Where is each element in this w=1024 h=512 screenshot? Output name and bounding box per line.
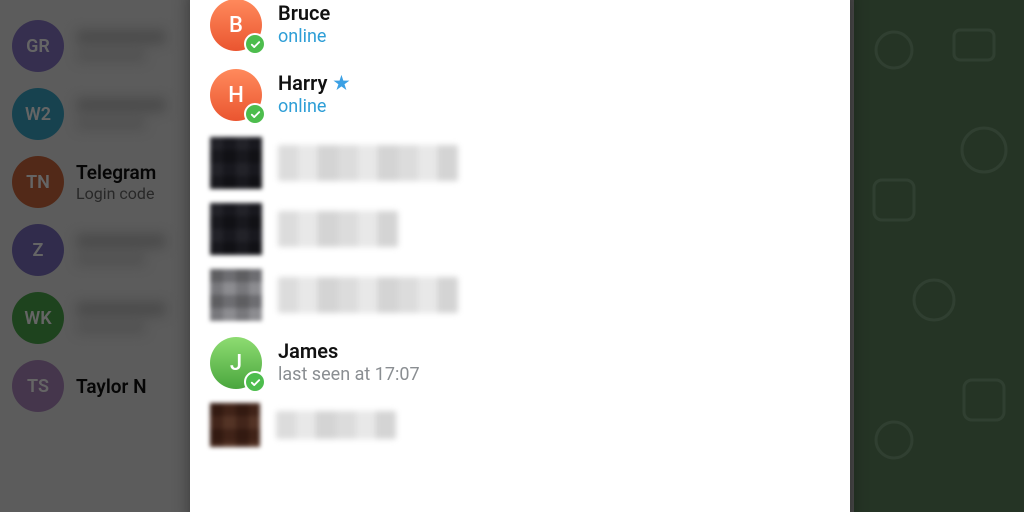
contact-row-james[interactable]: J James last seen at 17:07 xyxy=(190,328,850,398)
obscured-avatar xyxy=(210,403,260,447)
obscured-text xyxy=(278,211,398,247)
selected-check-icon xyxy=(244,103,266,125)
contact-status: online xyxy=(278,26,330,49)
selected-check-icon xyxy=(244,33,266,55)
contact-row-obscured[interactable] xyxy=(190,130,850,196)
avatar-initial: H xyxy=(228,83,244,108)
avatar: B xyxy=(210,0,262,51)
obscured-avatar xyxy=(210,269,262,321)
contact-row-bruce[interactable]: B Bruce online xyxy=(190,0,850,60)
contact-status: last seen at 17:07 xyxy=(278,364,420,387)
obscured-avatar xyxy=(210,137,262,189)
contact-name: Bruce xyxy=(278,1,330,26)
contact-row-obscured[interactable] xyxy=(190,398,850,452)
avatar: H xyxy=(210,69,262,121)
avatar-initial: B xyxy=(229,13,243,38)
contact-name: James xyxy=(278,339,338,364)
contact-name: Harry xyxy=(278,71,327,96)
contact-picker-modal: B Bruce online H xyxy=(190,0,850,512)
contact-row-obscured[interactable] xyxy=(190,196,850,262)
contact-status: online xyxy=(278,96,350,119)
avatar: J xyxy=(210,337,262,389)
obscured-text xyxy=(278,145,458,181)
obscured-text xyxy=(276,411,396,439)
contact-row-obscured[interactable] xyxy=(190,262,850,328)
obscured-text xyxy=(278,277,458,313)
obscured-avatar xyxy=(210,203,262,255)
avatar-initial: J xyxy=(230,351,242,376)
contact-row-harry[interactable]: H Harry ★ online xyxy=(190,60,850,130)
selected-check-icon xyxy=(244,371,266,393)
premium-star-icon: ★ xyxy=(333,73,349,96)
